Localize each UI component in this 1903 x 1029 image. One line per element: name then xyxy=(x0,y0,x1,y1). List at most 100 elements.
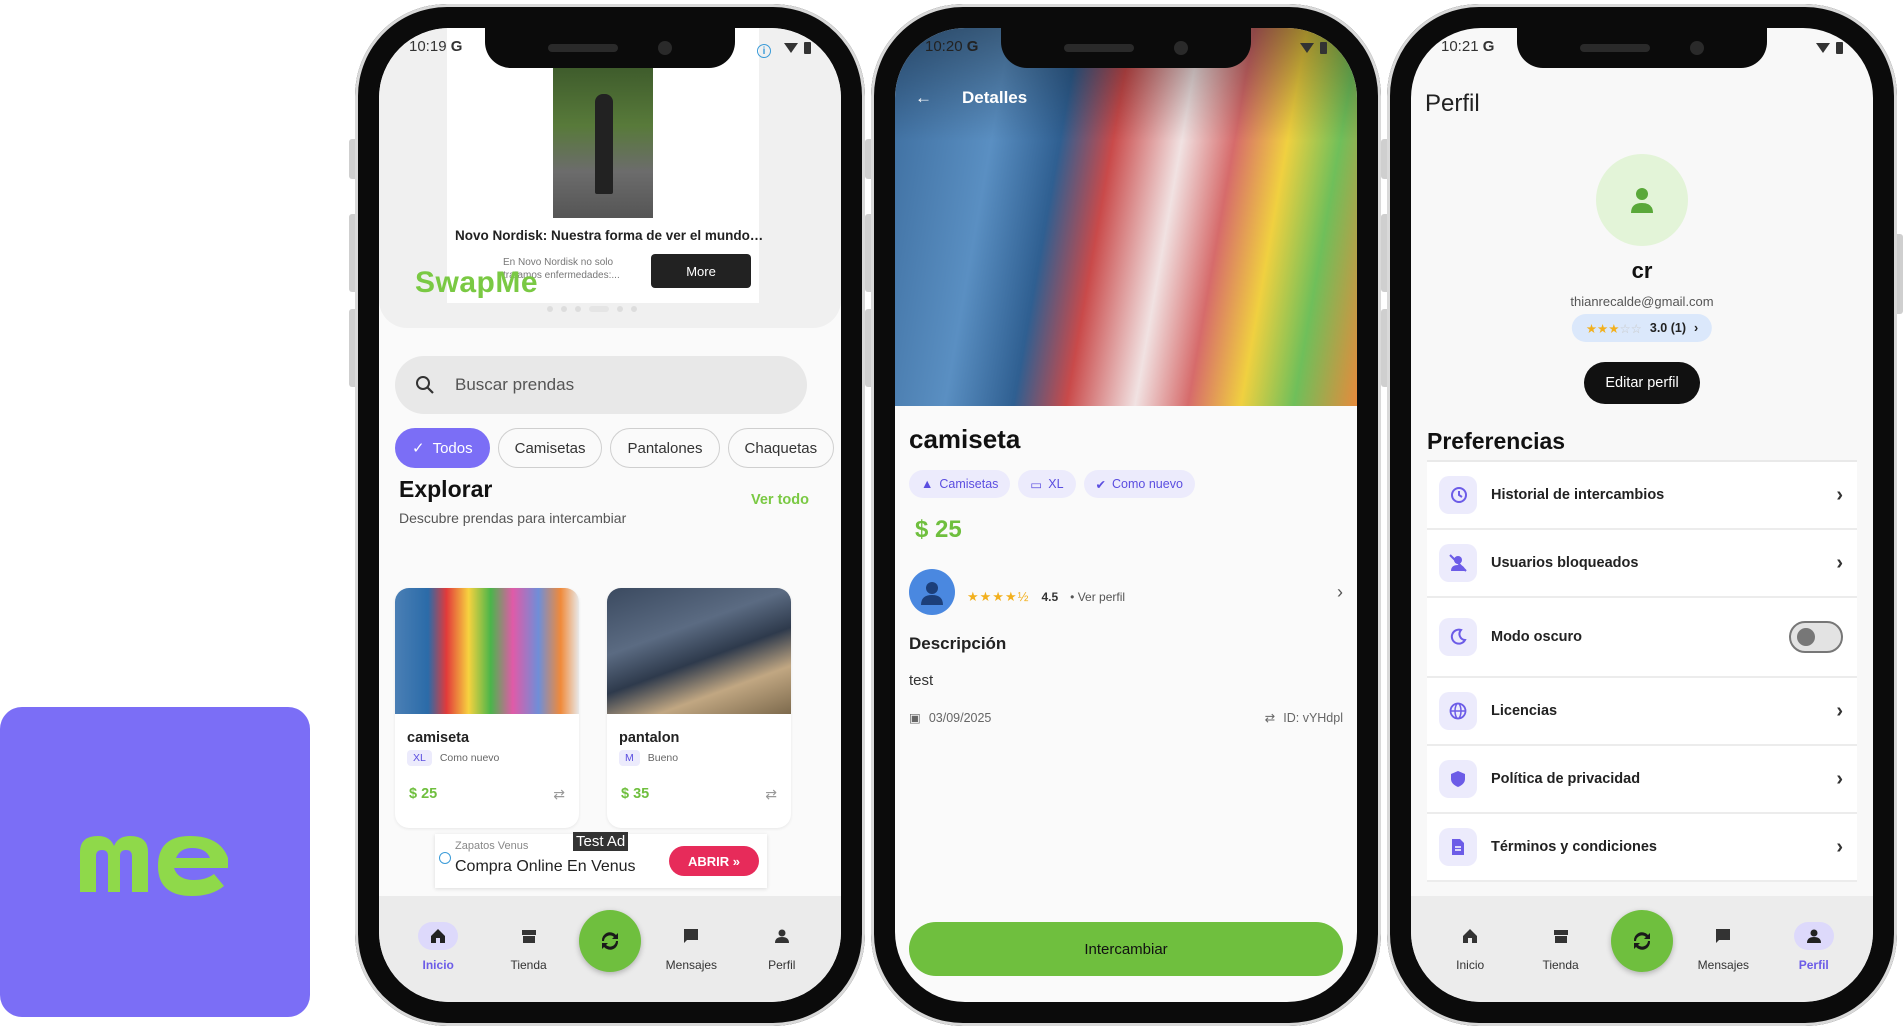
swap-icon: ⇄ xyxy=(1264,711,1276,725)
nav-mensajes[interactable]: Mensajes xyxy=(1683,896,1763,1002)
moon-icon xyxy=(1450,628,1467,645)
page-title: Perfil xyxy=(1425,90,1480,117)
person-icon xyxy=(921,582,943,605)
pref-privacy[interactable]: Política de privacidad › xyxy=(1427,746,1857,814)
condition-label: Como nuevo xyxy=(439,752,500,764)
chip-todos[interactable]: ✓ Todos xyxy=(395,428,490,468)
product-price: $ 25 xyxy=(409,786,438,802)
swap-fab[interactable] xyxy=(1610,910,1673,972)
chip-chaquetas[interactable]: Chaquetas xyxy=(727,428,835,468)
details-header: Detalles xyxy=(962,88,1028,107)
owner-row[interactable]: ★★★★½ 4.5 • Ver perfil › xyxy=(909,568,1343,616)
globe-icon xyxy=(1449,702,1467,720)
owner-stars: ★★★★½ xyxy=(967,589,1030,604)
view-profile-link[interactable]: • Ver perfil xyxy=(1070,590,1125,604)
profile-screen: 10:21 G Perfil cr thianrecalde@gmail.com… xyxy=(1411,28,1873,1002)
phone-profile: 10:21 G Perfil cr thianrecalde@gmail.com… xyxy=(1381,4,1903,1026)
explore-title: Explorar xyxy=(399,476,493,502)
sync-icon xyxy=(1633,932,1651,950)
wifi-icon xyxy=(1300,43,1314,53)
search-bar[interactable]: Buscar prendas xyxy=(395,356,807,414)
banner-ad[interactable]: Zapatos Venus Compra Online En Venus Tes… xyxy=(435,832,767,888)
home-icon xyxy=(1463,929,1478,943)
pref-licenses[interactable]: Licencias › xyxy=(1427,678,1857,746)
search-icon xyxy=(416,376,434,394)
dark-mode-toggle[interactable] xyxy=(1789,621,1843,653)
nav-mensajes[interactable]: Mensajes xyxy=(651,896,731,1002)
edit-profile-button[interactable]: Editar perfil xyxy=(1584,362,1700,404)
ad-carousel[interactable]: Novo Nordisk: Nuestra forma de ver el mu… xyxy=(379,28,841,328)
owner-avatar xyxy=(909,569,955,615)
pref-label: Política de privacidad xyxy=(1491,771,1641,787)
pref-terms[interactable]: Términos y condiciones › xyxy=(1427,814,1857,882)
chip-camisetas[interactable]: Camisetas xyxy=(497,428,603,468)
swap-fab[interactable] xyxy=(578,910,641,972)
category-icon: ▲ xyxy=(921,477,934,491)
ad-more-button[interactable]: More xyxy=(651,254,751,288)
exchange-button[interactable]: Intercambiar xyxy=(909,922,1343,976)
product-card[interactable]: camiseta XL Como nuevo $ 25 ⇄ xyxy=(395,588,579,828)
description-heading: Descripción xyxy=(909,634,1007,653)
product-name: pantalon xyxy=(619,730,680,746)
chip-pantalones[interactable]: Pantalones xyxy=(610,428,720,468)
phone-details: 10:20 G ← Detalles camiseta ▲ Camisetas ▭… xyxy=(865,4,1381,1026)
ad-image xyxy=(553,64,653,218)
product-title: camiseta xyxy=(909,424,1021,454)
document-icon xyxy=(1452,839,1464,855)
bottom-nav: Inicio Tienda Mensajes Perfil xyxy=(1411,896,1873,1002)
nav-perfil[interactable]: Perfil xyxy=(742,896,822,1002)
stars-empty: ☆☆ xyxy=(1619,321,1642,336)
banner-headline: Compra Online En Venus xyxy=(455,858,636,875)
pref-blocked-users[interactable]: Usuarios bloqueados › xyxy=(1427,530,1857,598)
banner-advertiser: Zapatos Venus xyxy=(455,840,529,852)
app-logo xyxy=(0,707,310,1017)
banner-open-button[interactable]: ABRIR » xyxy=(669,846,759,876)
nav-inicio[interactable]: Inicio xyxy=(398,896,478,1002)
product-hero-image xyxy=(895,28,1357,406)
product-tags: ▲ Camisetas ▭ XL ✔ Como nuevo xyxy=(909,470,1195,498)
ad-card[interactable]: Novo Nordisk: Nuestra forma de ver el mu… xyxy=(447,28,763,303)
category-tag: ▲ Camisetas xyxy=(909,470,1011,498)
see-all-link[interactable]: Ver todo xyxy=(751,492,809,508)
size-badge: XL xyxy=(407,750,432,766)
preferences-heading: Preferencias xyxy=(1427,428,1566,454)
test-ad-label: Test Ad xyxy=(573,832,629,851)
description-text: test xyxy=(909,672,934,689)
chevron-right-icon: › xyxy=(1836,767,1843,790)
condition-tag: ✔ Como nuevo xyxy=(1083,470,1195,498)
status-bar: 10:21 G xyxy=(1441,38,1843,58)
swap-icon: ⇄ xyxy=(765,786,777,802)
person-icon xyxy=(1631,188,1653,213)
pref-label: Historial de intercambios xyxy=(1491,487,1665,503)
pref-dark-mode[interactable]: Modo oscuro xyxy=(1427,598,1857,678)
nav-tienda[interactable]: Tienda xyxy=(489,896,569,1002)
product-image xyxy=(395,588,579,714)
search-input[interactable]: Buscar prendas xyxy=(455,375,574,395)
profile-name: cr xyxy=(1631,258,1653,283)
product-price: $ 25 xyxy=(915,516,962,543)
check-icon: ✓ xyxy=(412,440,425,457)
profile-email: thianrecalde@gmail.com xyxy=(1570,294,1714,309)
bottom-nav: Inicio Tienda Mensajes Perfil xyxy=(379,896,841,1002)
battery-icon xyxy=(1320,42,1327,54)
status-time: 10:21 xyxy=(1441,38,1479,55)
details-screen: 10:20 G ← Detalles camiseta ▲ Camisetas ▭… xyxy=(895,28,1357,1002)
wifi-icon xyxy=(784,43,798,53)
ad-info-icon[interactable] xyxy=(439,852,451,864)
home-icon xyxy=(431,929,446,943)
status-time: 10:19 xyxy=(409,38,447,55)
rating-badge[interactable]: ★★★☆☆ 3.0 (1) › xyxy=(1571,314,1713,342)
nav-inicio[interactable]: Inicio xyxy=(1430,896,1510,1002)
stars-filled: ★★★ xyxy=(1585,321,1620,336)
wifi-icon xyxy=(1816,43,1830,53)
product-card[interactable]: pantalon M Bueno $ 35 ⇄ xyxy=(607,588,791,828)
home-screen: 10:19 G Novo Nordisk: Nuestra forma de v… xyxy=(379,28,841,1002)
owner-rating: 4.5 xyxy=(1041,590,1059,604)
pref-history[interactable]: Historial de intercambios › xyxy=(1427,462,1857,530)
chevron-right-icon[interactable]: › xyxy=(1337,582,1343,603)
pref-label: Licencias xyxy=(1491,703,1558,719)
back-arrow-icon[interactable]: ← xyxy=(915,88,932,108)
nav-tienda[interactable]: Tienda xyxy=(1521,896,1601,1002)
chevron-right-icon: › xyxy=(1836,483,1843,506)
nav-perfil[interactable]: Perfil xyxy=(1774,896,1854,1002)
